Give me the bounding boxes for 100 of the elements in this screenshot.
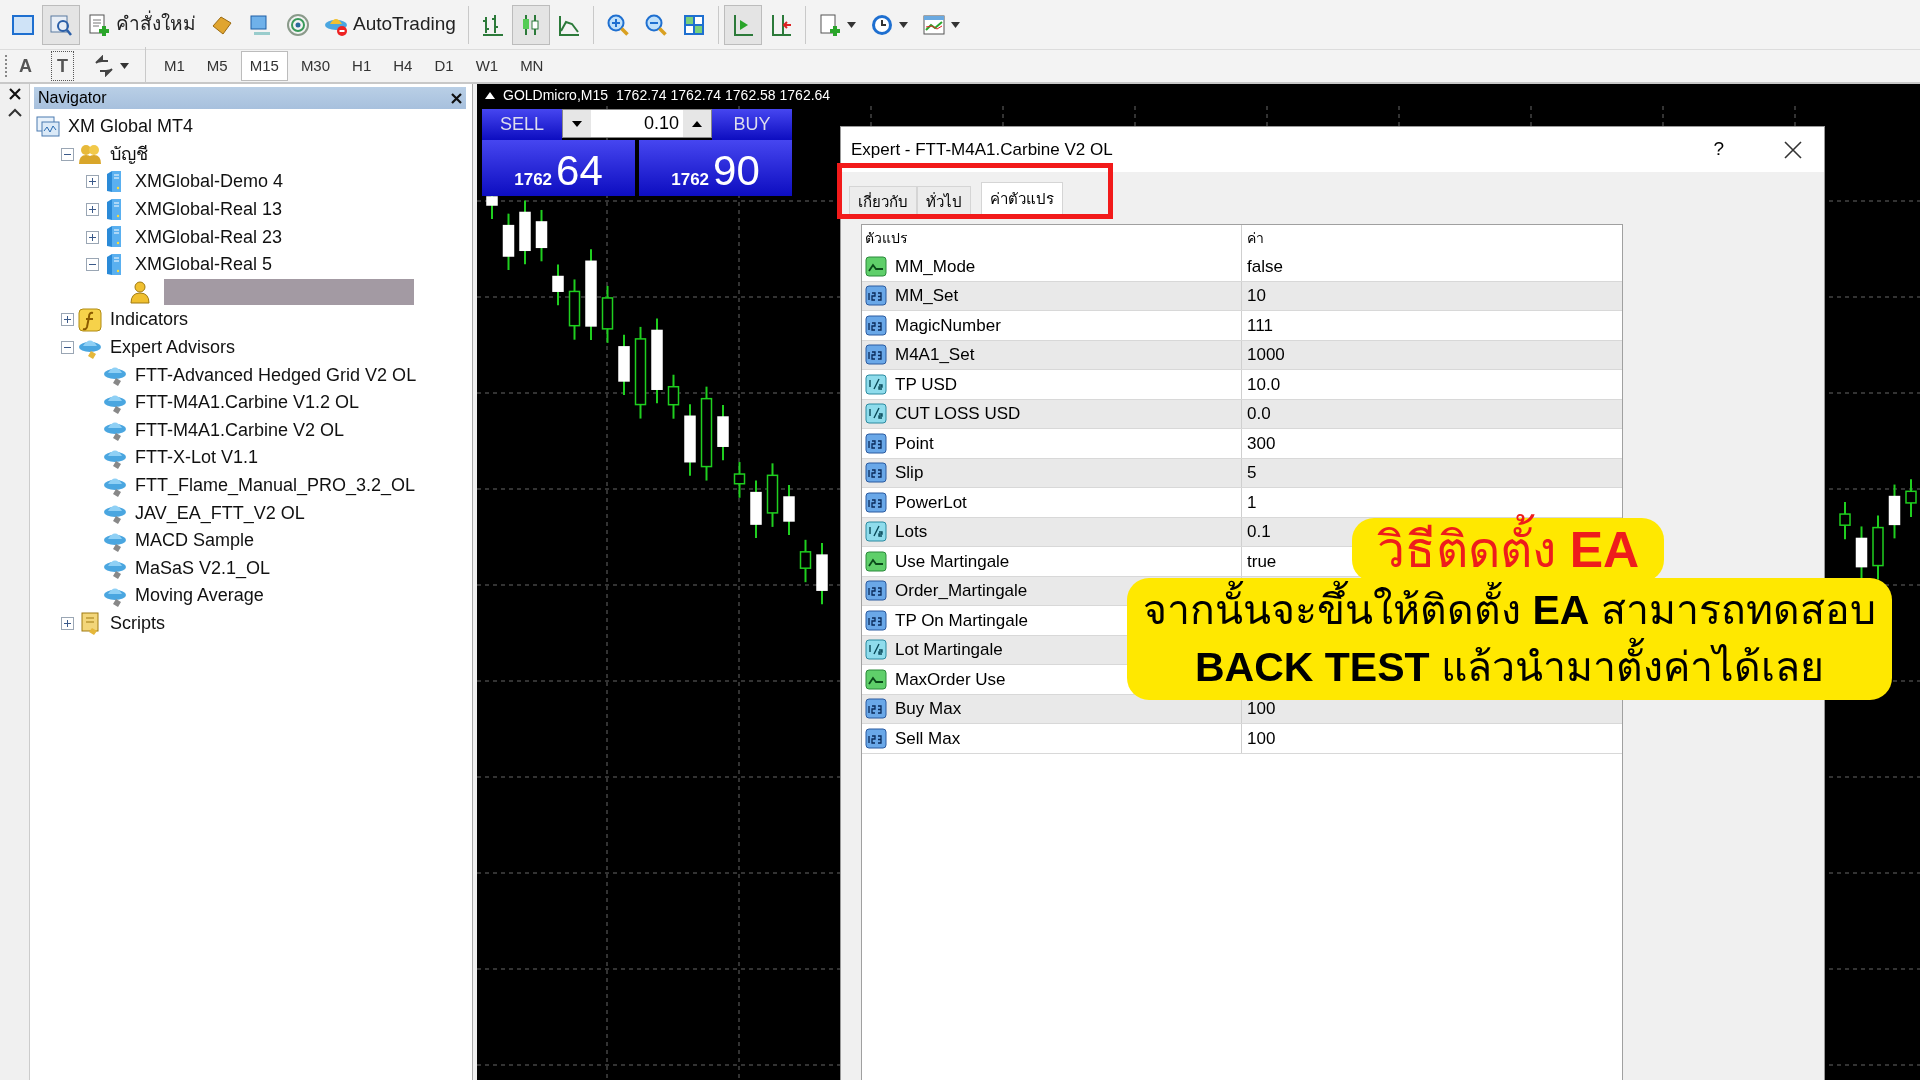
expander-icon[interactable] xyxy=(86,230,99,244)
parameter-name: PowerLot xyxy=(895,491,967,514)
caret-icon xyxy=(846,21,856,28)
expander-icon[interactable] xyxy=(61,617,74,630)
timeframe-button[interactable]: D1 xyxy=(425,51,463,81)
tab[interactable]: เกี่ยวกับ xyxy=(849,186,917,216)
expander-icon[interactable] xyxy=(86,203,99,217)
tree-item[interactable]: MaSaS V2.1_OL xyxy=(135,554,271,582)
candlestick xyxy=(733,461,746,499)
buy-price-button[interactable]: 1762 90 xyxy=(639,140,792,196)
lot-size-spinner[interactable]: 0.10 xyxy=(562,109,712,138)
toolbar-button[interactable]: คำสั่งใหม่ xyxy=(80,4,203,45)
expander-icon[interactable] xyxy=(86,175,99,189)
timeframe-button[interactable]: M15 xyxy=(240,51,288,81)
tree-item[interactable]: FTT-M4A1.Carbine V2 OL xyxy=(135,416,345,444)
terminal-icon xyxy=(36,114,60,139)
timeframe-button[interactable]: W1 xyxy=(466,51,508,81)
tree-item[interactable]: MACD Sample xyxy=(135,527,255,555)
expander-icon[interactable] xyxy=(61,341,74,355)
caret-icon xyxy=(120,63,129,69)
monitor-icon xyxy=(248,12,272,37)
tree-item[interactable]: Expert Advisors xyxy=(110,334,236,362)
help-button[interactable]: ? xyxy=(1707,134,1730,165)
text-tool-button[interactable]: A xyxy=(12,51,39,81)
parameter-name: Lot Martingale xyxy=(895,639,1003,661)
fraction-icon xyxy=(865,639,887,661)
parameter-value[interactable]: 100 xyxy=(1247,728,1276,748)
tree-item[interactable]: XMGlobal-Real 13 xyxy=(135,196,283,224)
chevron-up-icon xyxy=(7,108,22,117)
tree-item[interactable]: XMGlobal-Real 5 xyxy=(135,251,273,279)
sell-button[interactable]: SELL xyxy=(482,109,562,140)
timeframe-button[interactable]: H4 xyxy=(384,51,422,81)
down-arrow-icon xyxy=(572,120,582,127)
tree-item[interactable]: FTT-Advanced Hedged Grid V2 OL xyxy=(135,361,417,389)
column-header[interactable]: ตัวแปร xyxy=(865,228,908,249)
scroll-icon xyxy=(78,611,102,636)
timeframe-button[interactable]: H1 xyxy=(343,51,381,81)
tree-item[interactable]: FTT_Flame_Manual_PRO_3.2_OL xyxy=(135,472,416,499)
parameter-value[interactable]: true xyxy=(1247,551,1277,571)
tree-item[interactable]: JAV_EA_FTT_V2 OL xyxy=(135,499,305,527)
parameter-value[interactable]: false xyxy=(1247,256,1283,276)
timeframe-button[interactable]: M30 xyxy=(291,51,340,81)
expander-icon[interactable] xyxy=(61,313,74,327)
chart-window-icon xyxy=(921,12,946,37)
parameter-value[interactable]: 111 xyxy=(1247,315,1273,335)
timeframe-button[interactable]: M1 xyxy=(155,51,194,81)
buy-button[interactable]: BUY xyxy=(712,109,792,140)
toolbar-button[interactable] xyxy=(511,4,550,45)
caret-icon xyxy=(950,21,960,28)
integer-icon xyxy=(865,491,887,513)
candlestick xyxy=(535,208,548,263)
integer-icon xyxy=(865,580,887,602)
tab[interactable]: ทั่วไป xyxy=(917,186,971,216)
parameter-value[interactable]: 100 xyxy=(1247,699,1276,718)
tree-item[interactable]: Moving Average xyxy=(135,582,264,610)
parameter-name: TP On Martingale xyxy=(895,609,1028,632)
parameter-value[interactable]: 0.1 xyxy=(1247,522,1271,541)
expander-icon[interactable] xyxy=(61,147,74,161)
tree-item[interactable]: FTT-M4A1.Carbine V1.2 OL xyxy=(135,389,360,417)
tree-item[interactable]: XMGlobal-Demo 4 xyxy=(135,168,284,196)
signal-icon xyxy=(286,12,310,37)
fraction-icon xyxy=(865,403,887,425)
candlestick xyxy=(816,542,828,606)
parameter-value[interactable]: 300 xyxy=(1247,433,1276,453)
sell-price-button[interactable]: 1762 64 xyxy=(482,140,635,196)
parameter-value[interactable]: 1 xyxy=(1247,492,1257,512)
parameter-value[interactable]: 10.0 xyxy=(1247,374,1281,394)
integer-icon xyxy=(865,462,887,484)
tile-windows-icon xyxy=(681,12,706,37)
expander-icon[interactable] xyxy=(86,258,99,272)
tree-item[interactable]: Indicators xyxy=(110,306,189,334)
tree-item[interactable]: XMGlobal-Real 23 xyxy=(135,223,283,251)
bar-chart-icon xyxy=(480,12,505,37)
timeframe-button[interactable]: MN xyxy=(511,51,553,81)
panel-title: Navigator xyxy=(38,88,107,108)
column-header[interactable]: ค่า xyxy=(1247,228,1264,249)
close-icon xyxy=(1784,140,1802,159)
text-tool-button[interactable]: T xyxy=(51,51,74,81)
timeframe-button[interactable]: M5 xyxy=(197,51,237,81)
tree-item[interactable]: บัญชี xyxy=(110,140,148,168)
people-icon xyxy=(78,142,102,167)
parameter-value[interactable]: 10 xyxy=(1247,286,1266,305)
function-icon xyxy=(78,307,102,332)
document-plus-icon xyxy=(87,12,111,37)
tree-item[interactable]: Scripts xyxy=(110,610,165,637)
integer-icon xyxy=(865,698,887,720)
chart-quotes: 1762.74 1762.74 1762.58 1762.64 xyxy=(616,85,831,105)
parameter-value[interactable]: 1000 xyxy=(1247,345,1285,364)
candlestick xyxy=(618,333,630,396)
candlestick xyxy=(502,212,515,271)
tree-item[interactable]: XM Global MT4 xyxy=(68,113,194,141)
toolbar-button[interactable] xyxy=(42,4,80,45)
candlestick xyxy=(1839,501,1851,541)
tab[interactable]: ค่าตัวแปร xyxy=(981,182,1063,216)
tree-item[interactable]: FTT-X-Lot V1.1 xyxy=(135,444,259,472)
parameter-value[interactable]: 0.0 xyxy=(1247,404,1271,423)
toolbar-button[interactable] xyxy=(723,4,762,45)
toolbar-button[interactable]: AutoTrading xyxy=(317,4,463,45)
parameter-value[interactable]: 5 xyxy=(1247,463,1257,482)
parameter-name: Lots xyxy=(895,521,928,543)
